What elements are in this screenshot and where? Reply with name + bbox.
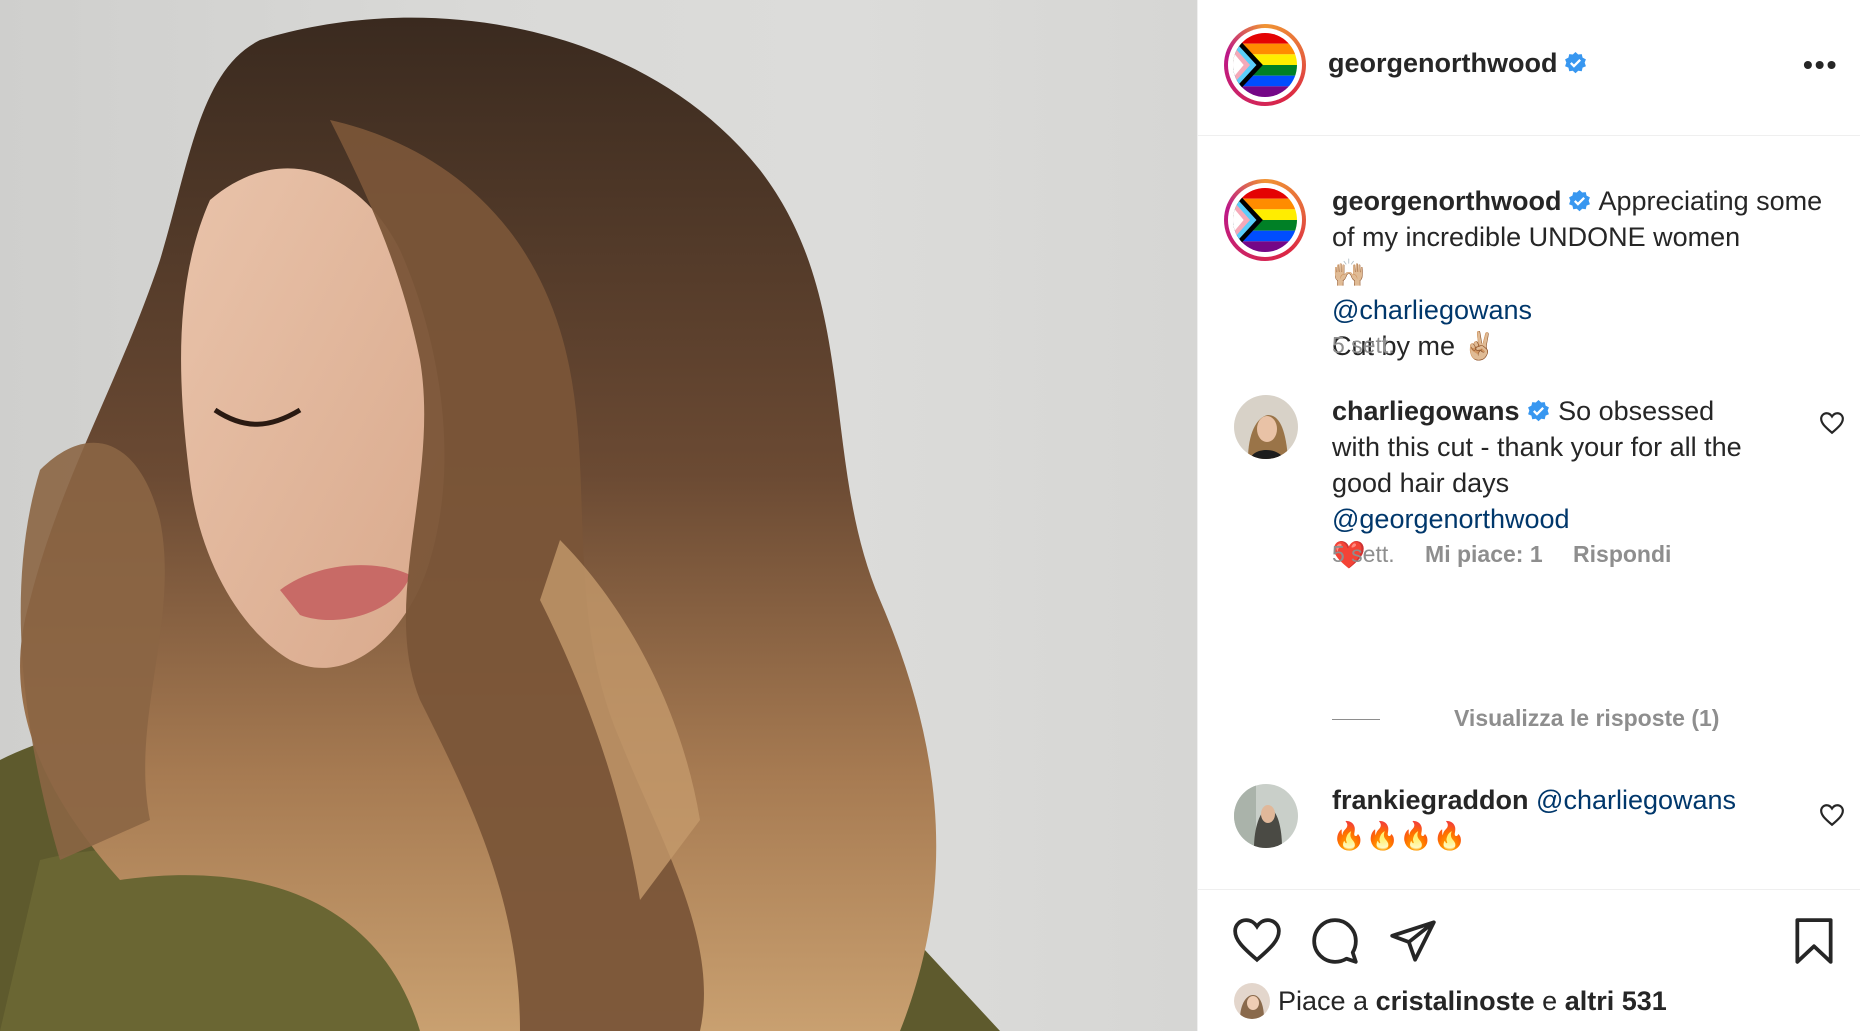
like-comment-heart-icon[interactable] <box>1819 411 1845 435</box>
comment-meta: 5 sett. Mi piace: 1 Rispondi <box>1332 541 1695 568</box>
share-paper-plane-icon[interactable] <box>1388 916 1438 966</box>
view-replies-button[interactable]: Visualizza le risposte (1) <box>1332 705 1719 732</box>
more-options-icon[interactable]: ••• <box>1803 50 1839 80</box>
commenter-avatar[interactable] <box>1234 395 1298 459</box>
liker-username[interactable]: cristalinoste <box>1376 986 1535 1016</box>
caption-meta: 5 sett. <box>1332 332 1419 359</box>
avatar-image <box>1234 395 1298 459</box>
pride-flag-avatar-image <box>1233 33 1297 97</box>
likes-others-count[interactable]: altri 531 <box>1565 986 1667 1016</box>
view-replies-label: Visualizza le risposte (1) <box>1454 705 1720 731</box>
comments-list[interactable]: georgenorthwood Appreciating some of my … <box>1198 137 1860 889</box>
victory-hand-emoji: ✌🏼 <box>1462 331 1497 362</box>
commenter-avatar[interactable] <box>1234 784 1298 848</box>
like-comment-heart-icon[interactable] <box>1819 803 1845 827</box>
caption-time[interactable]: 5 sett. <box>1332 332 1395 358</box>
post-photo-image <box>0 17 1000 1031</box>
raised-hands-emoji: 🙌🏼 <box>1332 258 1366 289</box>
comment-text: frankiegraddon @charliegowans 🔥🔥🔥🔥 <box>1332 782 1782 855</box>
avatar-image <box>1234 784 1298 848</box>
comment-mention-link[interactable]: @georgenorthwood <box>1332 504 1570 534</box>
save-bookmark-icon[interactable] <box>1789 916 1839 966</box>
verified-badge-icon <box>1569 190 1591 212</box>
pride-flag-avatar-image <box>1233 188 1297 252</box>
fire-emoji: 🔥🔥🔥🔥 <box>1332 821 1467 852</box>
likes-middle: e <box>1542 986 1558 1016</box>
comment-bubble-icon[interactable] <box>1310 916 1360 966</box>
reply-button[interactable]: Rispondi <box>1573 541 1671 567</box>
comment-likes-count[interactable]: Mi piace: 1 <box>1425 541 1543 567</box>
post-photo[interactable] <box>0 0 1197 1031</box>
avatar-image <box>1234 983 1270 1019</box>
header-username[interactable]: georgenorthwood <box>1328 48 1557 78</box>
likes-prefix: Piace a <box>1278 986 1369 1016</box>
comment-time[interactable]: 5 sett. <box>1332 541 1395 567</box>
verified-badge-icon <box>1527 400 1549 422</box>
comment-mention-link[interactable]: @charliegowans <box>1536 785 1736 815</box>
post-actions: Piace a cristalinoste e altri 531 <box>1198 889 1860 1031</box>
replies-divider <box>1332 719 1380 721</box>
comment-username[interactable]: charliegowans <box>1332 396 1520 426</box>
liker-avatar <box>1234 983 1270 1019</box>
caption-author-avatar[interactable] <box>1224 179 1306 261</box>
likes-summary[interactable]: Piace a cristalinoste e altri 531 <box>1234 983 1667 1019</box>
post-header: georgenorthwood ••• <box>1198 0 1860 136</box>
verified-badge-icon <box>1565 52 1587 74</box>
caption-username[interactable]: georgenorthwood <box>1332 186 1561 216</box>
author-avatar[interactable] <box>1224 24 1306 106</box>
comment-username[interactable]: frankiegraddon <box>1332 785 1529 815</box>
caption-mention-link[interactable]: @charliegowans <box>1332 295 1532 325</box>
post-side-panel: georgenorthwood ••• georgenorthwood Appr… <box>1197 0 1860 1031</box>
like-heart-icon[interactable] <box>1232 916 1282 966</box>
